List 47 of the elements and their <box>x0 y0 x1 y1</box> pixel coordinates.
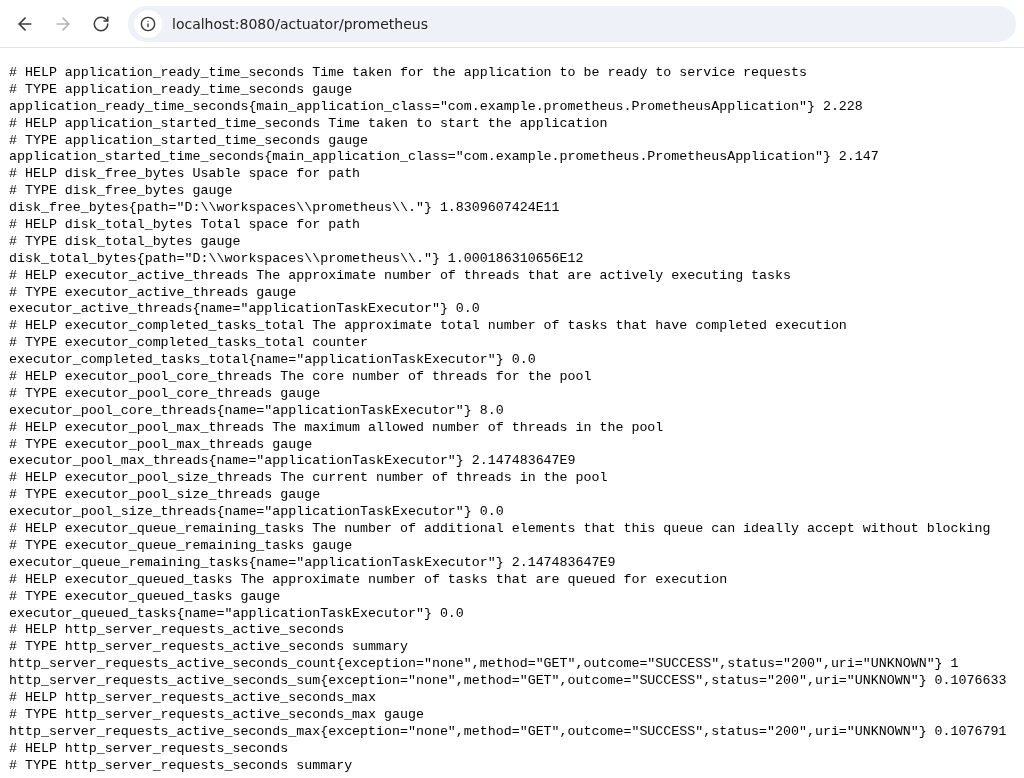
metrics-line: # TYPE executor_pool_size_threads gauge <box>9 487 322 505</box>
metrics-line: # HELP executor_queued_tasks The approximate number of tasks that are queued for execution <box>9 571 729 589</box>
metrics-line: # HELP disk_free_bytes Usable space for path <box>9 166 362 184</box>
reload-icon <box>92 14 110 33</box>
metrics-line: # TYPE application_ready_time_seconds gauge <box>9 81 354 99</box>
metrics-line: # HELP disk_total_bytes Total space for path <box>9 217 362 234</box>
metrics-line: http_server_requests_active_seconds_max{exception="none",method="GET",outcome="SUCCESS",status="200",uri="UNKNOWN"} 0.1076791 <box>9 723 1008 741</box>
metrics-line: # HELP application_started_time_seconds Time taken to start the application <box>9 115 609 133</box>
metrics-line: # TYPE disk_free_bytes gauge <box>9 183 234 201</box>
metrics-line: application_ready_time_seconds{main_application_class="com.example.prometheus.PrometheusApplication"} 2.228 <box>9 98 864 116</box>
metrics-line: executor_active_threads{name="applicationTaskExecutor"} 0.0 <box>9 301 481 319</box>
metrics-line: # TYPE executor_pool_core_threads gauge <box>9 385 322 403</box>
metrics-line: # TYPE executor_completed_tasks_total counter <box>9 335 370 353</box>
metrics-line: http_server_requests_active_seconds_sum{exception="none",method="GET",outcome="SUCCESS",status="200",uri="UNKNOWN"} 0.1076633 <box>9 673 1008 690</box>
metrics-line: # HELP http_server_requests_seconds <box>9 740 290 758</box>
metrics-line: # TYPE http_server_requests_active_seconds_max gauge <box>9 706 425 724</box>
metrics-line: # TYPE http_server_requests_seconds summary <box>9 757 354 775</box>
metrics-line: executor_queued_tasks{name="applicationTaskExecutor"} 0.0 <box>9 605 465 623</box>
metrics-line: http_server_requests_active_seconds_count{exception="none",method="GET",outcome="SUCCESS",status="200",uri="UNKNOWN"} 1 <box>9 656 960 674</box>
metrics-line: # HELP executor_queue_remaining_tasks The number of additional elements that this queue can ideally accept without blocking <box>9 521 992 538</box>
metrics-line: application_started_time_seconds{main_application_class="com.example.prometheus.PrometheusApplication"} 2.147 <box>9 149 880 167</box>
metrics-line: # HELP executor_pool_size_threads The current number of threads in the pool <box>9 470 609 488</box>
metrics-line: executor_queue_remaining_tasks{name="applicationTaskExecutor"} 2.147483647E9 <box>9 554 617 572</box>
metrics-line: executor_completed_tasks_total{name="applicationTaskExecutor"} 0.0 <box>9 352 537 370</box>
metrics-line: # HELP http_server_requests_active_seconds <box>9 622 346 640</box>
metrics-line: # TYPE http_server_requests_active_seconds summary <box>9 639 409 657</box>
metrics-line: # TYPE executor_active_threads gauge <box>9 284 298 302</box>
metrics-line: # TYPE executor_queue_remaining_tasks gauge <box>9 537 354 555</box>
metrics-line: disk_total_bytes{path="D:\\workspaces\\prometheus\\."} 1.000186310656E12 <box>9 250 585 268</box>
metrics-line: # HELP application_ready_time_seconds Time taken for the application to be ready to service requests <box>9 65 808 82</box>
metrics-line: # HELP executor_active_threads The approximate number of threads that are actively executing tasks <box>9 267 792 285</box>
info-icon <box>140 15 156 32</box>
metrics-line: # HELP executor_pool_max_threads The maximum allowed number of threads in the pool <box>9 419 665 437</box>
metrics-line: # HELP executor_completed_tasks_total The approximate total number of tasks that have completed execution <box>9 318 848 336</box>
metrics-line: # TYPE disk_total_bytes gauge <box>9 233 242 251</box>
site-info-button[interactable] <box>134 9 162 38</box>
metrics-line: disk_free_bytes{path="D:\\workspaces\\prometheus\\."} 1.8309607424E11 <box>9 200 561 217</box>
metrics-line: # HELP executor_pool_core_threads The core number of threads for the pool <box>9 369 593 386</box>
metrics-line: executor_pool_core_threads{name="applicationTaskExecutor"} 8.0 <box>9 402 505 420</box>
metrics-line: executor_pool_max_threads{name="applicationTaskExecutor"} 2.147483647E9 <box>9 453 577 471</box>
address-bar[interactable]: localhost:8080/actuator/prometheus <box>128 5 1016 42</box>
metrics-line: # TYPE executor_pool_max_threads gauge <box>9 436 314 454</box>
metrics-line: # TYPE executor_queued_tasks gauge <box>9 588 282 606</box>
url-text: localhost:8080/actuator/prometheus <box>172 15 428 32</box>
metrics-line: # TYPE application_started_time_seconds gauge <box>9 132 370 150</box>
metrics-line: executor_pool_size_threads{name="applicationTaskExecutor"} 0.0 <box>9 504 505 522</box>
metrics-line: # HELP http_server_requests_active_seconds_max <box>9 689 378 707</box>
